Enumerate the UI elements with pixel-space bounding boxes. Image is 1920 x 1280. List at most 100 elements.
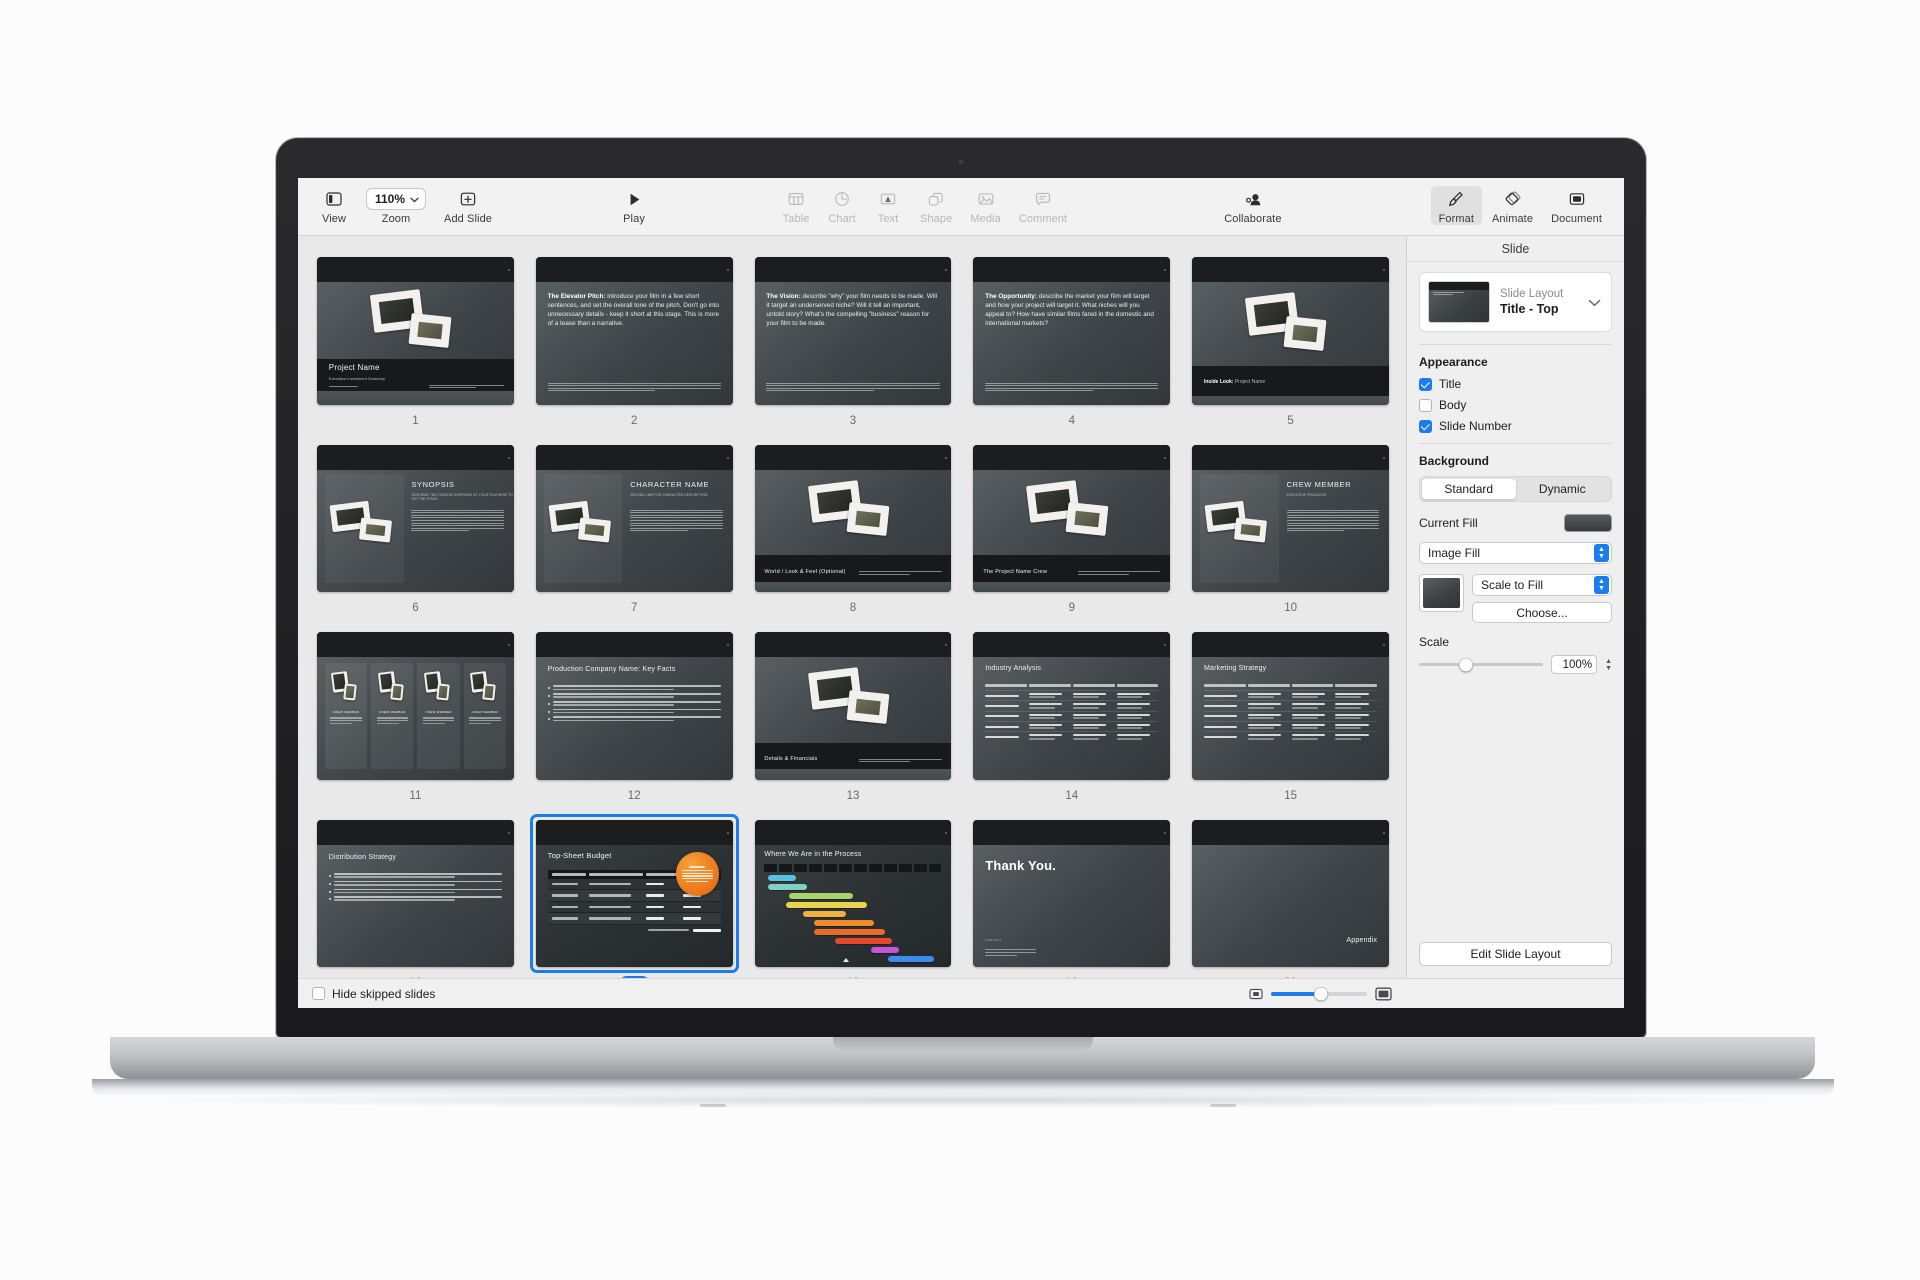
format-button[interactable]: Format bbox=[1430, 186, 1482, 225]
crew-column-title: CREW MEMBER bbox=[332, 710, 360, 715]
slide-thumbnail-19[interactable]: Thank You. CONTACT bbox=[970, 817, 1173, 971]
edit-slide-layout-button[interactable]: Edit Slide Layout bbox=[1419, 942, 1612, 966]
slide-preview[interactable]: CHARACTER NAME SECOND LINE FOR CHARACTER… bbox=[535, 444, 733, 593]
play-button[interactable]: Play bbox=[612, 186, 656, 225]
slide-preview[interactable]: The Elevator Pitch: introduce your film … bbox=[535, 257, 733, 405]
media-button[interactable]: Media bbox=[962, 186, 1008, 225]
scale-slider-knob[interactable] bbox=[1459, 658, 1473, 671]
slide-preview[interactable]: Industry Analysis bbox=[973, 632, 1171, 780]
placeholder-text-lines bbox=[858, 758, 942, 763]
slide-cell: World / Look & Feel (Optional) 8 bbox=[752, 442, 955, 616]
slide-top-band bbox=[754, 819, 952, 845]
small-thumbnails-icon[interactable] bbox=[1249, 988, 1263, 1000]
appearance-body-row[interactable]: Body bbox=[1419, 398, 1612, 412]
animate-button[interactable]: Animate bbox=[1484, 186, 1541, 225]
slide-preview[interactable]: Marketing Strategy bbox=[1192, 632, 1389, 780]
slide-preview[interactable]: Inside Look: Project Name bbox=[1192, 257, 1389, 405]
slide-preview[interactable]: Distribution Strategy bbox=[317, 819, 514, 968]
format-label: Format bbox=[1438, 213, 1474, 225]
slide-grid-scroll[interactable]: Project Name Executive Investment Summar… bbox=[298, 236, 1406, 978]
slide-thumbnail-7[interactable]: CHARACTER NAME SECOND LINE FOR CHARACTER… bbox=[533, 442, 736, 596]
slide-cell: Where We Are in the Process 18 bbox=[752, 817, 955, 978]
chevron-down-icon[interactable] bbox=[1588, 295, 1603, 310]
slide-thumbnail-10[interactable]: CREW MEMBER EXECUTIVE PRODUCER bbox=[1189, 442, 1392, 596]
background-mode-segmented[interactable]: Standard Dynamic bbox=[1419, 476, 1612, 502]
appearance-title-row[interactable]: Title bbox=[1419, 377, 1612, 391]
slide-thumbnail-11[interactable]: CREW MEMBER CREW MEMBER CREW MEMBER CREW… bbox=[314, 629, 517, 783]
thumbnail-size-slider[interactable] bbox=[1271, 987, 1367, 1000]
slide-thumbnail-20[interactable]: Appendix bbox=[1189, 817, 1392, 971]
slide-thumbnail-6[interactable]: SYNOPSIS DESCRIBE THE CONCISE OVERVIEW O… bbox=[314, 442, 517, 596]
scale-value-field[interactable]: 100% bbox=[1551, 655, 1598, 674]
gantt-rows bbox=[764, 875, 941, 963]
slide-preview[interactable]: SYNOPSIS DESCRIBE THE CONCISE OVERVIEW O… bbox=[317, 444, 514, 593]
slide-top-band bbox=[754, 257, 952, 283]
slide-thumbnail-18[interactable]: Where We Are in the Process bbox=[752, 817, 955, 971]
slide-preview[interactable]: World / Look & Feel (Optional) bbox=[754, 444, 952, 593]
slide-thumbnail-2[interactable]: The Elevator Pitch: introduce your film … bbox=[533, 254, 736, 408]
slide-preview[interactable]: Appendix bbox=[1192, 819, 1389, 968]
zoom-control[interactable]: 110% Zoom bbox=[358, 186, 434, 225]
slide-thumbnail-8[interactable]: World / Look & Feel (Optional) bbox=[752, 442, 955, 596]
slide-preview[interactable]: CREW MEMBER CREW MEMBER CREW MEMBER CREW… bbox=[317, 632, 514, 780]
title-checkbox[interactable] bbox=[1419, 377, 1432, 391]
scale-stepper[interactable]: ▲ ▼ bbox=[1605, 658, 1612, 672]
scale-slider[interactable] bbox=[1419, 658, 1544, 671]
slide-top-band bbox=[1192, 632, 1389, 658]
thumbnail-size-slider-knob[interactable] bbox=[1314, 987, 1328, 1000]
slide-thumbnail-1[interactable]: Project Name Executive Investment Summar… bbox=[314, 254, 517, 408]
slide-preview[interactable]: Thank You. CONTACT bbox=[973, 819, 1171, 968]
slide-preview[interactable]: CREW MEMBER EXECUTIVE PRODUCER bbox=[1192, 444, 1389, 593]
add-slide-button[interactable]: Add Slide bbox=[436, 186, 500, 225]
fill-type-popup[interactable]: Image Fill ▲ ▼ bbox=[1419, 542, 1612, 564]
appearance-slide-number-row[interactable]: Slide Number bbox=[1419, 419, 1612, 433]
slide-thumbnail-9[interactable]: The Project Name Crew bbox=[970, 442, 1173, 596]
slide-body: The Vision: describe "why" your film nee… bbox=[766, 293, 938, 328]
slide-thumbnail-15[interactable]: Marketing Strategy bbox=[1189, 629, 1392, 783]
slide-preview[interactable]: The Vision: describe "why" your film nee… bbox=[754, 257, 952, 405]
body-checkbox[interactable] bbox=[1419, 398, 1432, 412]
crew-column-title: CREW MEMBER bbox=[471, 710, 499, 715]
image-scale-mode-popup[interactable]: Scale to Fill ▲ ▼ bbox=[1472, 574, 1612, 596]
current-fill-swatch[interactable] bbox=[1564, 514, 1612, 532]
image-fill-preview[interactable] bbox=[1419, 574, 1464, 612]
hide-skipped-slides-checkbox[interactable] bbox=[312, 987, 325, 1000]
chart-icon bbox=[834, 188, 850, 210]
slide-preview[interactable]: Project Name Executive Investment Summar… bbox=[317, 257, 514, 405]
text-button[interactable]: Text bbox=[866, 186, 910, 225]
slide-thumbnail-12[interactable]: Production Company Name: Key Facts bbox=[533, 629, 736, 783]
document-button[interactable]: Document bbox=[1543, 186, 1610, 225]
slide-preview[interactable]: Details & Financials bbox=[754, 632, 952, 780]
large-thumbnails-icon[interactable] bbox=[1375, 987, 1392, 1001]
view-label: View bbox=[321, 213, 347, 225]
slide-layout-card[interactable]: Slide Layout Title - Top bbox=[1419, 272, 1612, 332]
comment-button[interactable]: Comment bbox=[1011, 186, 1075, 225]
view-button[interactable]: View bbox=[312, 186, 356, 225]
slide-thumbnail-17[interactable]: Top-Sheet Budget bbox=[533, 817, 736, 971]
collaborate-button[interactable]: Collaborate bbox=[1216, 186, 1289, 225]
slide-thumbnail-16[interactable]: Distribution Strategy bbox=[314, 817, 517, 971]
slide-preview[interactable]: The Opportunity: describe the market you… bbox=[973, 257, 1171, 405]
scale-label: Scale bbox=[1419, 635, 1450, 649]
shape-button[interactable]: Shape bbox=[912, 186, 960, 225]
segment-standard[interactable]: Standard bbox=[1422, 479, 1516, 499]
gantt-bar bbox=[814, 920, 875, 927]
slide-preview[interactable]: Top-Sheet Budget bbox=[535, 819, 733, 968]
table-button[interactable]: Table bbox=[774, 186, 818, 225]
budget-table-row bbox=[547, 901, 721, 914]
slide-thumbnail-5[interactable]: Inside Look: Project Name bbox=[1189, 254, 1392, 408]
slide-preview[interactable]: Production Company Name: Key Facts bbox=[535, 632, 733, 780]
slide-thumbnail-3[interactable]: The Vision: describe "why" your film nee… bbox=[752, 254, 955, 408]
gantt-bar bbox=[835, 938, 892, 945]
zoom-popup-button[interactable]: 110% bbox=[366, 188, 427, 210]
slide-thumbnail-14[interactable]: Industry Analysis bbox=[970, 629, 1173, 783]
segment-dynamic[interactable]: Dynamic bbox=[1516, 479, 1610, 499]
hide-skipped-slides-row[interactable]: Hide skipped slides bbox=[312, 987, 435, 1001]
chart-button[interactable]: Chart bbox=[820, 186, 864, 225]
slide-preview[interactable]: The Project Name Crew bbox=[973, 444, 1171, 593]
slide-thumbnail-4[interactable]: The Opportunity: describe the market you… bbox=[970, 254, 1173, 408]
choose-image-button[interactable]: Choose... bbox=[1472, 602, 1612, 623]
slide-preview[interactable]: Where We Are in the Process bbox=[754, 819, 952, 968]
slide-thumbnail-13[interactable]: Details & Financials bbox=[752, 629, 955, 783]
slide-number-checkbox[interactable] bbox=[1419, 419, 1432, 433]
